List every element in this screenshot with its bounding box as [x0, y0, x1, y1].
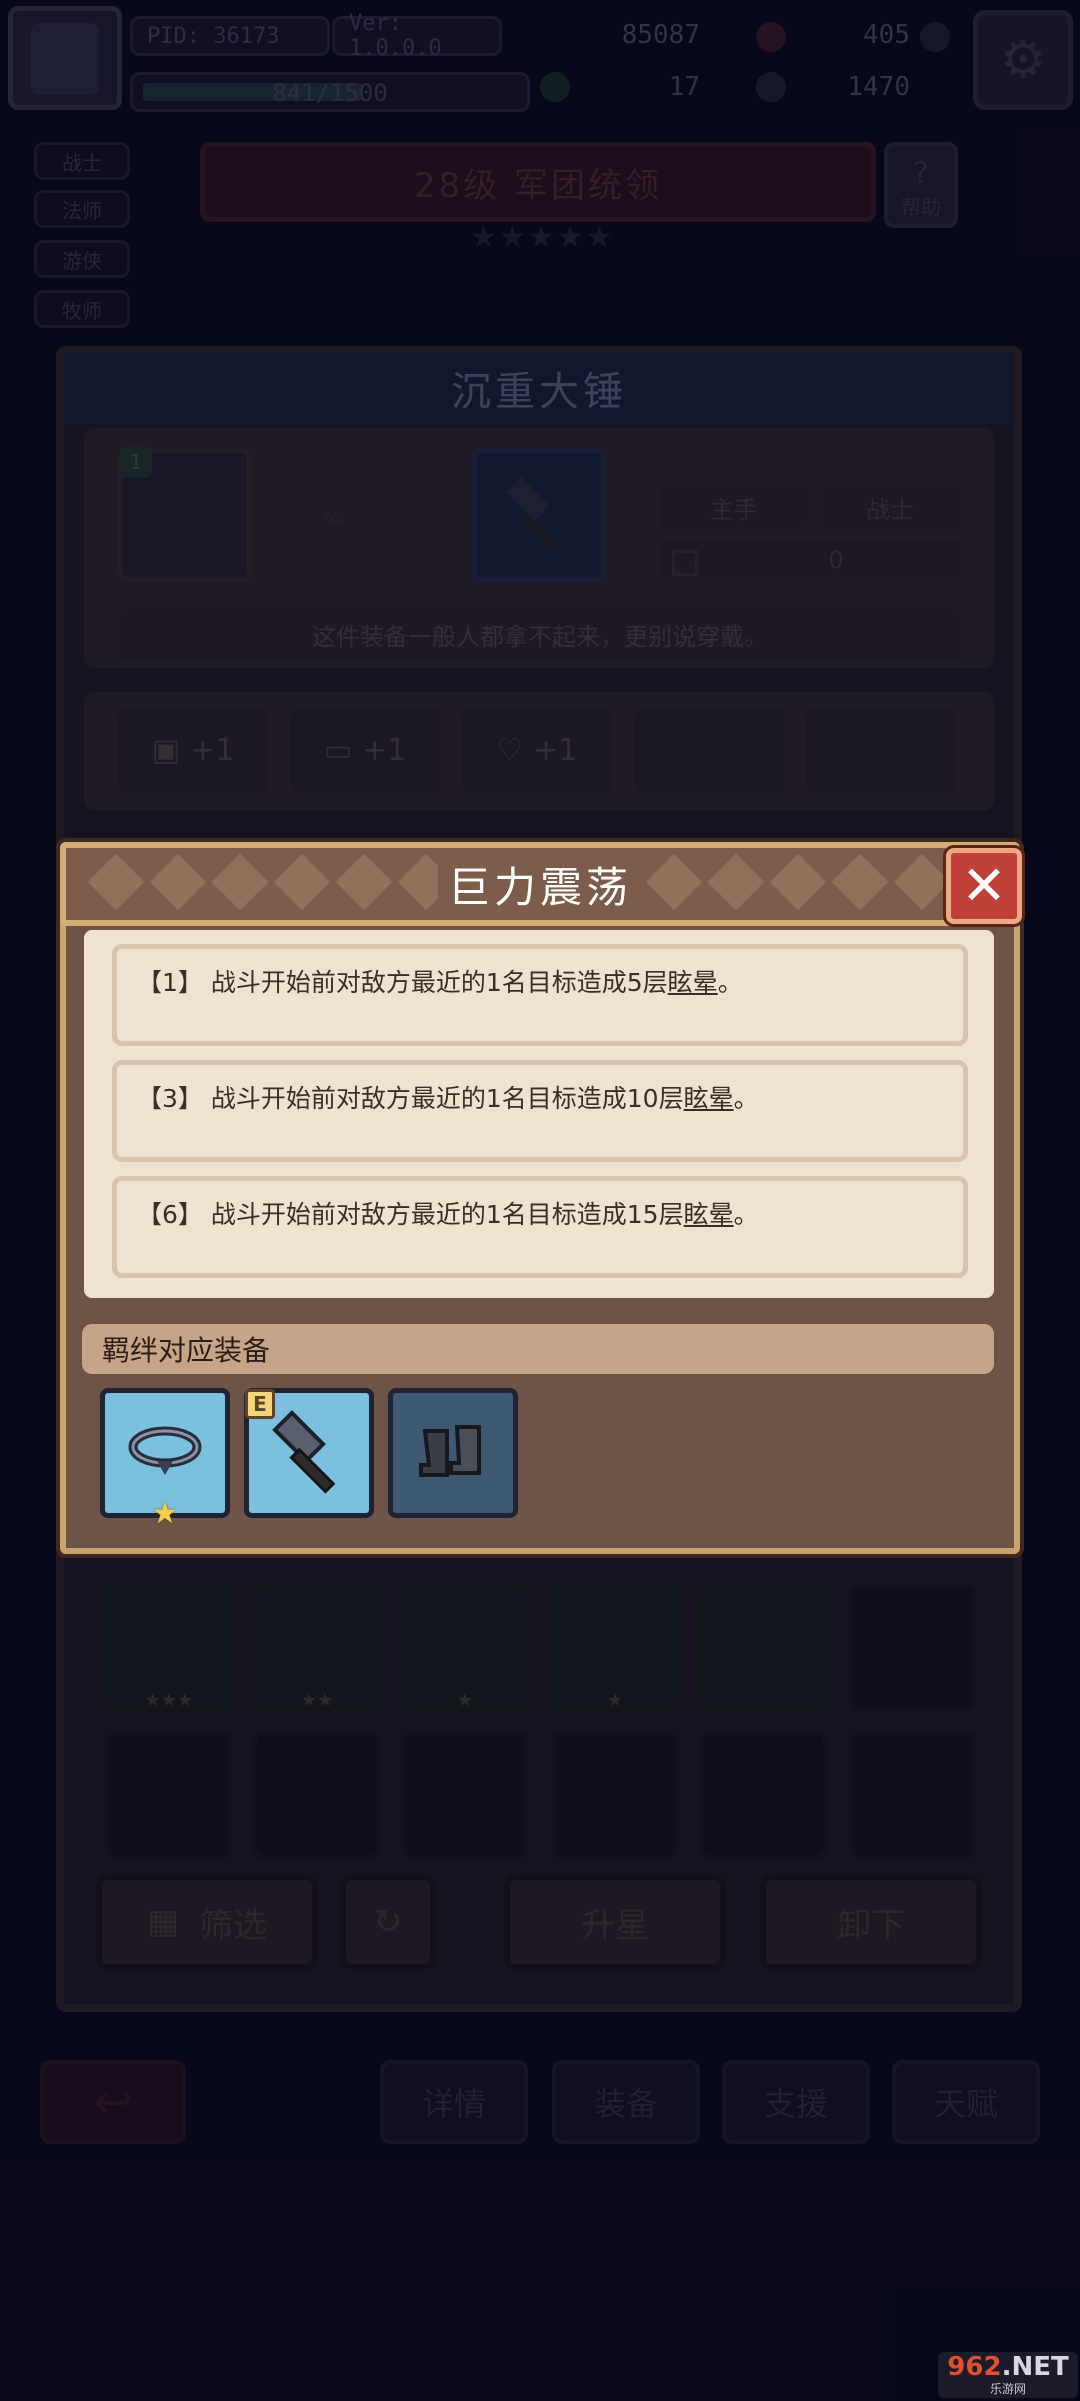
inventory-item[interactable]: ★	[550, 1582, 680, 1712]
stat-value: +1	[190, 732, 235, 768]
pid-label: PID: 36173	[130, 16, 330, 56]
inventory-slot-empty[interactable]	[698, 1730, 828, 1860]
inventory-slot-empty[interactable]	[104, 1730, 234, 1860]
player-avatar[interactable]	[8, 6, 122, 110]
watermark: 962.NET 乐游网	[938, 2352, 1078, 2398]
settings-button[interactable]: ⚙	[973, 10, 1073, 110]
stat-box-empty	[634, 708, 784, 792]
help-icon: ?	[913, 156, 929, 191]
hero-level-badge: 1	[120, 446, 152, 478]
stat-value: +1	[362, 732, 407, 768]
potion-count: 1470	[847, 72, 910, 102]
upgrade-star-button[interactable]: 升星	[504, 1874, 726, 1970]
gold-count: 85087	[621, 20, 700, 50]
modal-title-wrap: 巨力震荡	[60, 842, 1020, 926]
grid-icon: ▦	[146, 1902, 180, 1942]
level-banner: 28级 军团统领	[200, 142, 876, 222]
effect-row: 【3】 战斗开始前对敌方最近的1名目标造成10层眩晕。	[112, 1060, 968, 1162]
filter-label: 筛选	[199, 1905, 268, 1946]
clover-count: 17	[668, 72, 700, 102]
strength-icon: ▣	[151, 732, 181, 768]
equipped-item-slot[interactable]	[472, 448, 606, 582]
filter-button[interactable]: ▦ 筛选	[96, 1874, 318, 1970]
xp-bar: 841/1500	[130, 72, 530, 112]
effect-row: 【1】 战斗开始前对敌方最近的1名目标造成5层眩晕。	[112, 944, 968, 1046]
inventory-slot-empty[interactable]	[848, 1582, 978, 1712]
back-arrow-icon: ↩	[92, 2074, 134, 2130]
tab-support[interactable]: 支援	[722, 2060, 870, 2144]
inventory-slot-empty[interactable]	[848, 1730, 978, 1860]
inventory-slot-empty[interactable]	[252, 1730, 382, 1860]
gem-count: 405	[863, 20, 910, 50]
tab-talent[interactable]: 天赋	[892, 2060, 1040, 2144]
refresh-icon: ↻	[373, 1902, 403, 1942]
gear-icon: ⚙	[999, 30, 1047, 90]
effect-suffix: 。	[733, 1200, 759, 1229]
version-label: Ver: 1.0.0.0	[332, 11, 502, 61]
inventory-item[interactable]	[698, 1582, 828, 1712]
inventory-slot-empty[interactable]	[550, 1730, 680, 1860]
stat-box-health: ♡ +1	[462, 708, 612, 792]
equipment-title: 沉重大锤	[64, 352, 1014, 424]
stat-box-empty	[806, 708, 956, 792]
slot-type-tag: 主手	[660, 486, 808, 528]
hammer-icon	[272, 1410, 336, 1494]
power-value: 0	[828, 546, 844, 574]
ruby-icon	[756, 22, 786, 52]
xp-text: 841/1500	[272, 79, 388, 107]
effect-row: 【6】 战斗开始前对敌方最近的1名目标造成15层眩晕。	[112, 1176, 968, 1278]
stun-keyword-link[interactable]: 眩晕	[684, 1084, 734, 1113]
effect-text: 【3】 战斗开始前对敌方最近的1名目标造成10层	[137, 1084, 684, 1113]
inventory-item[interactable]: ★★★	[104, 1582, 234, 1712]
close-button[interactable]: ✕	[946, 848, 1022, 924]
inventory-slot-empty[interactable]	[400, 1730, 530, 1860]
bond-item-necklace[interactable]: ★	[100, 1388, 230, 1531]
star-icon: ★	[151, 1496, 179, 1531]
stat-box-strength: ▣ +1	[118, 708, 268, 792]
tab-details[interactable]: 详情	[380, 2060, 528, 2144]
stat-value: +1	[533, 732, 578, 768]
inventory-item[interactable]: ★★	[252, 1582, 382, 1712]
boots-icon	[419, 1425, 481, 1477]
modal-title: 巨力震荡	[437, 853, 642, 915]
help-label: 帮助	[901, 195, 941, 219]
effect-suffix: 。	[733, 1084, 759, 1113]
tab-equipment[interactable]: 装备	[552, 2060, 700, 2144]
class-tag: 战士	[818, 486, 962, 528]
effect-text: 【1】 战斗开始前对敌方最近的1名目标造成5层	[137, 968, 668, 997]
unequip-button[interactable]: 卸下	[760, 1874, 982, 1970]
equipment-description: 这件装备一般人都拿不起来，更别说穿戴。	[118, 608, 962, 660]
stat-box-intellect: ▭ +1	[290, 708, 440, 792]
power-icon	[672, 550, 698, 576]
bond-section-title: 羁绊对应装备	[82, 1324, 994, 1374]
equipped-badge: E	[245, 1389, 275, 1419]
book-icon: ▭	[323, 732, 353, 768]
stun-keyword-link[interactable]: 眩晕	[684, 1200, 734, 1229]
side-tab-priest[interactable]: 牧师	[34, 290, 130, 328]
help-button[interactable]: ? 帮助	[884, 142, 958, 228]
refresh-button[interactable]: ↻	[340, 1874, 436, 1970]
watermark-subtitle: 乐游网	[989, 2381, 1026, 2396]
close-icon: ✕	[961, 854, 1007, 917]
bond-item-hammer[interactable]: E	[244, 1388, 374, 1518]
watermark-logo: 962.NET	[947, 2351, 1069, 2382]
clover-icon	[540, 72, 570, 102]
necklace-icon	[128, 1426, 202, 1475]
avatar-face-icon	[31, 23, 99, 95]
side-tab-warrior[interactable]: 战士	[34, 142, 130, 180]
rank-stars: ★★★★★	[470, 220, 615, 255]
side-tab-mage[interactable]: 法师	[34, 190, 130, 228]
inventory-item[interactable]: ★	[400, 1582, 530, 1712]
effect-suffix: 。	[717, 968, 743, 997]
back-button[interactable]: ↩	[40, 2060, 186, 2144]
add-gem-icon[interactable]	[920, 22, 950, 52]
effect-text: 【6】 战斗开始前对敌方最近的1名目标造成15层	[137, 1200, 684, 1229]
arrow-left-icon: ‹‹‹	[322, 500, 346, 535]
bond-item-boots[interactable]	[388, 1388, 518, 1518]
potion-icon	[756, 72, 786, 102]
stun-keyword-link[interactable]: 眩晕	[668, 968, 718, 997]
side-tab-ranger[interactable]: 游侠	[34, 240, 130, 278]
hammer-icon	[506, 477, 559, 552]
heart-icon: ♡	[496, 732, 524, 768]
